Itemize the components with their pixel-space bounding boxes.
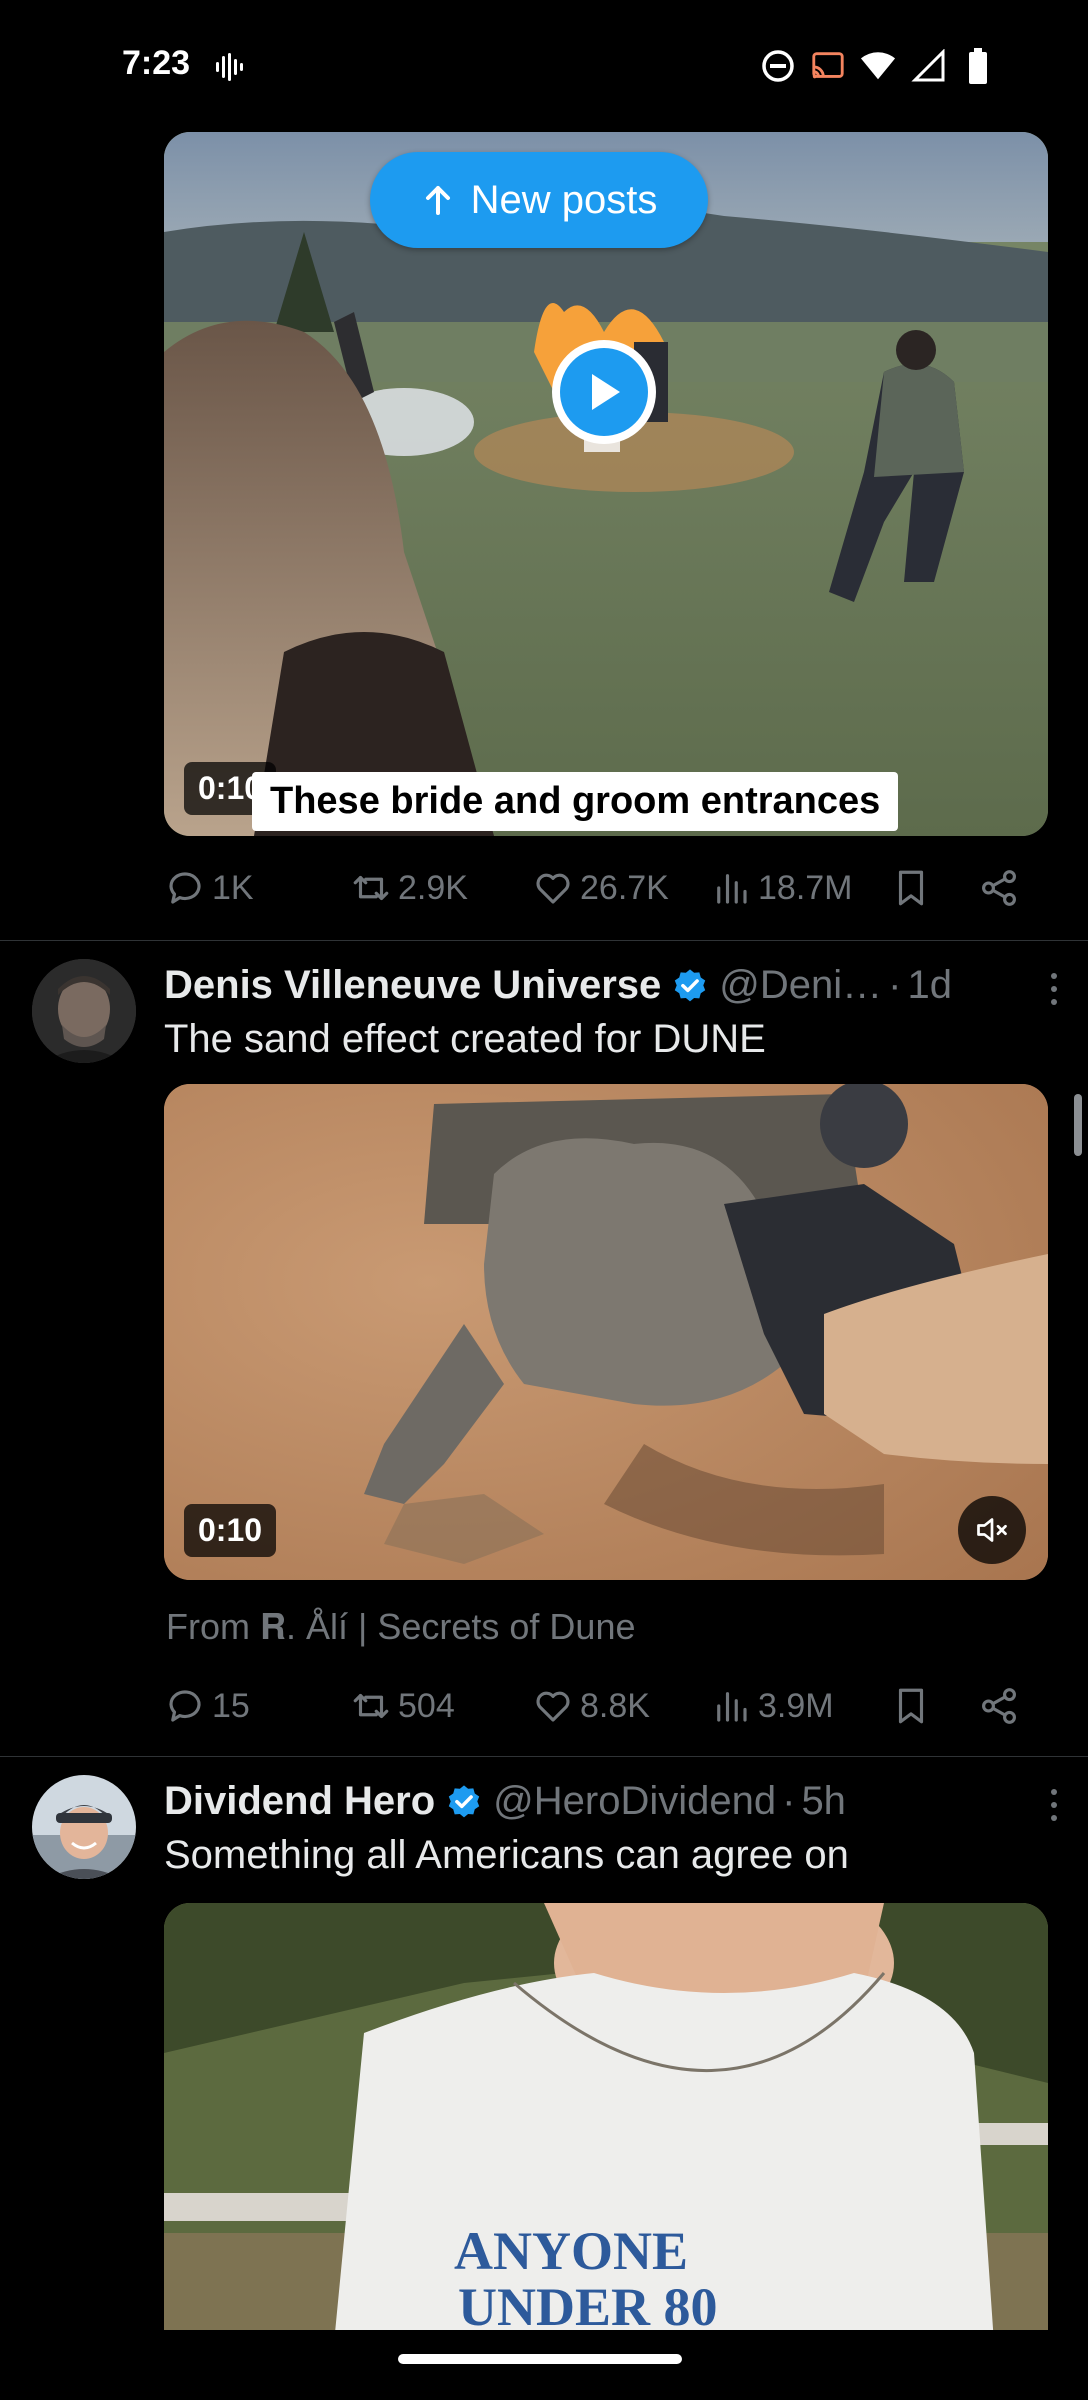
like-count: 8.8K xyxy=(580,1686,650,1725)
post-actions: 15 504 8.8K 3.9M xyxy=(164,1676,1030,1736)
author-name[interactable]: Denis Villeneuve Universe xyxy=(164,963,661,1008)
repost-count: 2.9K xyxy=(398,868,468,907)
shirt-text-line2: UNDER 80 xyxy=(458,2277,718,2330)
reply-button[interactable]: 15 xyxy=(164,1685,250,1727)
views-icon xyxy=(717,874,747,904)
post-header: Denis Villeneuve Universe @Deni… · 1d xyxy=(164,963,1064,1008)
post-actions: 1K 2.9K 26.7K 18.7M xyxy=(164,858,1030,918)
heart-icon xyxy=(536,1691,570,1722)
post-image[interactable]: ANYONE UNDER 80 xyxy=(164,1903,1048,2330)
post-text: The sand effect created for DUNE xyxy=(164,1017,766,1061)
reply-count: 15 xyxy=(212,1686,250,1725)
battery-icon xyxy=(960,48,996,84)
separator-dot: · xyxy=(782,1779,796,1823)
bookmark-icon xyxy=(898,870,924,906)
new-posts-pill[interactable]: New posts xyxy=(370,152,708,248)
arrow-up-icon xyxy=(425,186,450,215)
share-icon xyxy=(982,1688,1016,1724)
more-options-icon[interactable] xyxy=(1042,1785,1066,1825)
post-text: Something all Americans can agree on xyxy=(164,1833,849,1877)
more-options-icon[interactable] xyxy=(1042,969,1066,1009)
play-button[interactable] xyxy=(552,340,656,444)
post-age[interactable]: 5h xyxy=(801,1779,846,1824)
post[interactable]: Dividend Hero @HeroDividend · 5h Somethi… xyxy=(0,1757,1088,2330)
cast-icon xyxy=(810,48,846,84)
reply-icon xyxy=(169,1690,201,1722)
post-video-player[interactable]: 0:10 xyxy=(164,1084,1048,1580)
author-name[interactable]: Dividend Hero xyxy=(164,1779,435,1824)
avatar[interactable] xyxy=(32,959,136,1063)
views-count: 3.9M xyxy=(758,1686,834,1725)
views-icon xyxy=(717,1692,747,1722)
shirt-print: ANYONE UNDER 80 xyxy=(454,2223,774,2330)
home-indicator[interactable] xyxy=(398,2354,682,2364)
reply-button[interactable]: 1K xyxy=(164,867,254,909)
avatar[interactable] xyxy=(32,1775,136,1879)
post[interactable]: New posts 0:10 These bride and groom ent… xyxy=(0,130,1088,940)
video-caption: These bride and groom entrances xyxy=(252,772,899,831)
shirt-text-line1: ANYONE xyxy=(454,2221,689,2281)
repost-icon xyxy=(353,1693,389,1719)
avatar-image xyxy=(32,1775,136,1879)
play-icon xyxy=(592,374,620,410)
share-button[interactable] xyxy=(978,1685,1020,1727)
repost-icon xyxy=(353,875,389,901)
share-icon xyxy=(982,870,1016,906)
views-count: 18.7M xyxy=(758,868,853,907)
status-time: 7:23 xyxy=(122,44,191,82)
speaker-muted-icon xyxy=(977,1518,1007,1542)
like-button[interactable]: 26.7K xyxy=(532,867,669,909)
mute-button[interactable] xyxy=(958,1496,1026,1564)
author-handle[interactable]: @HeroDividend xyxy=(493,1779,776,1824)
bookmark-icon xyxy=(898,1688,924,1724)
status-bar: 7:23 xyxy=(0,0,1088,130)
bookmark-button[interactable] xyxy=(890,867,932,909)
author-handle[interactable]: @Deni… xyxy=(719,963,882,1008)
reply-count: 1K xyxy=(212,868,254,907)
verified-badge-icon xyxy=(448,1784,480,1817)
do-not-disturb-icon xyxy=(760,48,796,84)
post-header: Dividend Hero @HeroDividend · 5h xyxy=(164,1779,1064,1824)
system-nav-bar xyxy=(0,2330,1088,2400)
repost-button[interactable]: 504 xyxy=(350,1685,455,1727)
video-thumbnail xyxy=(164,1084,1048,1580)
signal-icon xyxy=(910,48,946,84)
wifi-icon xyxy=(860,48,896,84)
views-button[interactable]: 3.9M xyxy=(710,1685,834,1727)
heart-icon xyxy=(536,873,570,904)
separator-dot: · xyxy=(888,963,902,1007)
bookmark-button[interactable] xyxy=(890,1685,932,1727)
video-duration: 0:10 xyxy=(184,1504,277,1557)
verified-badge-icon xyxy=(675,968,706,1001)
repost-button[interactable]: 2.9K xyxy=(350,867,468,909)
new-posts-label: New posts xyxy=(470,177,658,222)
like-count: 26.7K xyxy=(580,868,669,907)
video-source-attribution[interactable]: From 𝐑. Ålí | Secrets of Dune xyxy=(166,1606,636,1649)
timeline-feed[interactable]: New posts 0:10 These bride and groom ent… xyxy=(0,130,1088,2330)
reply-icon xyxy=(169,872,201,904)
like-button[interactable]: 8.8K xyxy=(532,1685,650,1727)
post-video[interactable]: New posts 0:10 These bride and groom ent… xyxy=(164,132,1048,836)
share-button[interactable] xyxy=(978,867,1020,909)
repost-count: 504 xyxy=(398,1686,455,1725)
sound-wave-icon xyxy=(216,52,246,82)
post-age[interactable]: 1d xyxy=(908,963,953,1008)
avatar-image xyxy=(32,959,136,1063)
views-button[interactable]: 18.7M xyxy=(710,867,853,909)
scrollbar-thumb[interactable] xyxy=(1074,1094,1082,1156)
